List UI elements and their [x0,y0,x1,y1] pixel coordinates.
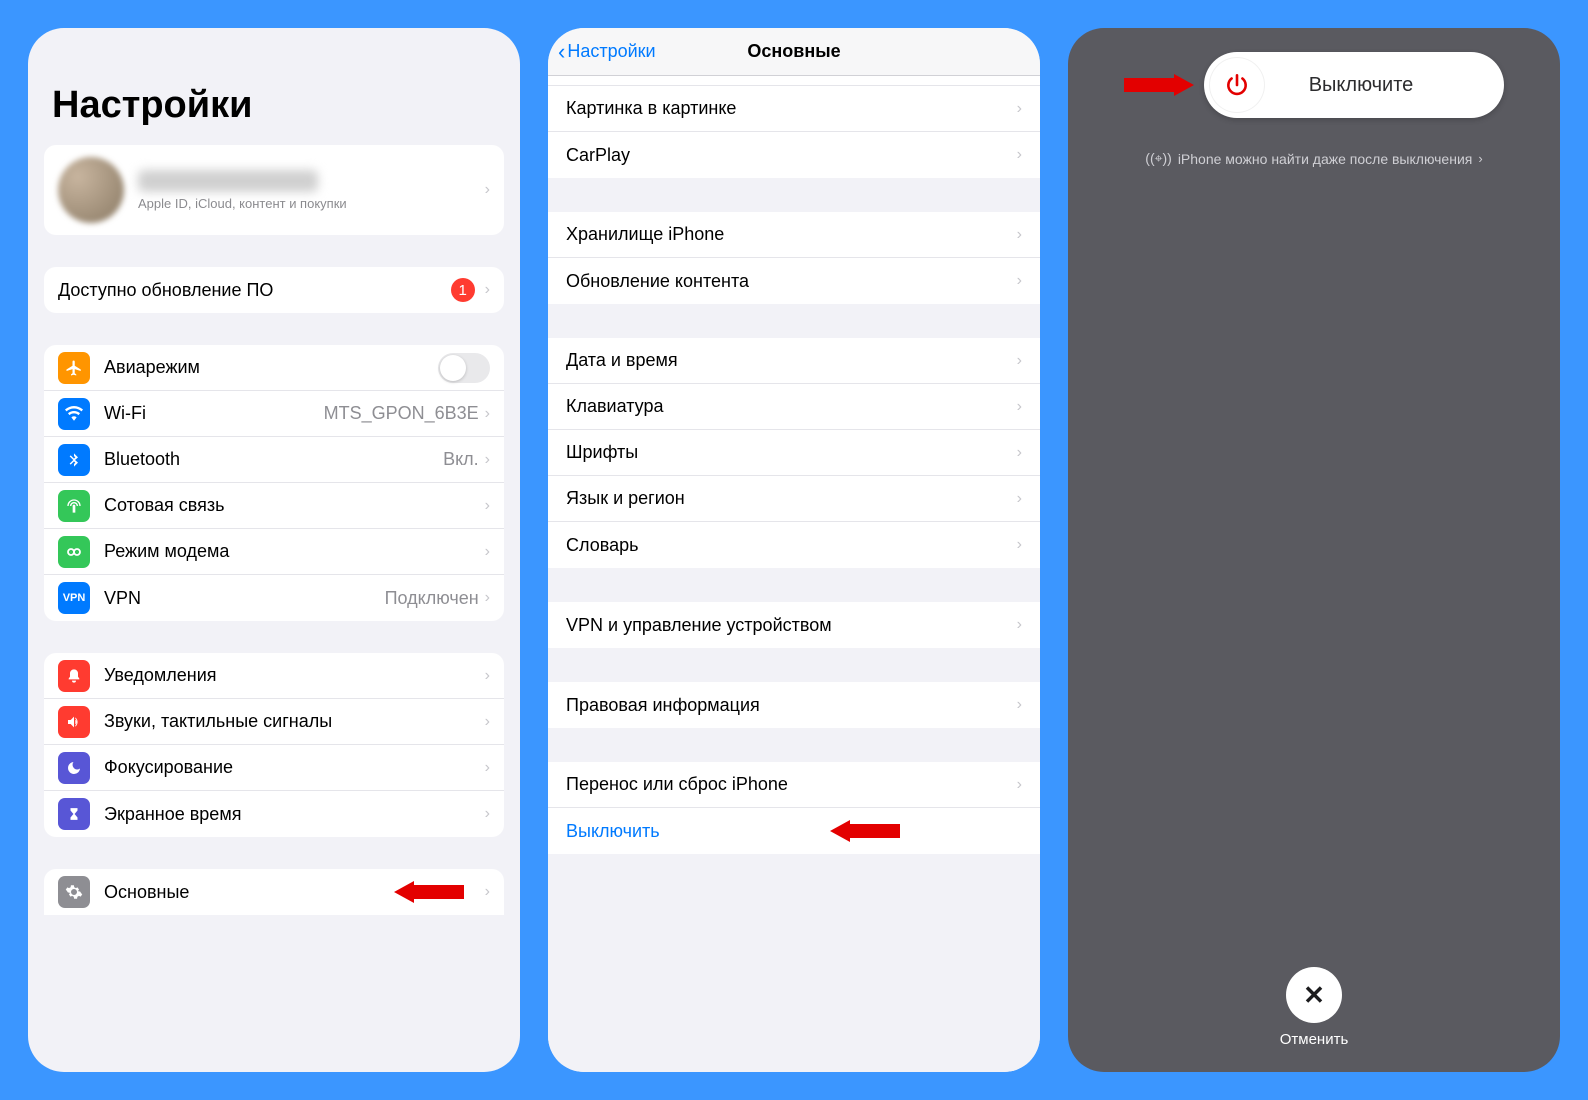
chevron-right-icon: › [1017,398,1022,416]
chevron-right-icon: › [485,667,490,685]
hourglass-icon [58,798,90,830]
apple-id-row[interactable]: Apple ID, iCloud, контент и покупки › [44,145,504,235]
background-refresh-row[interactable]: Обновление контента › [548,258,1040,304]
chevron-right-icon: › [1017,696,1022,714]
chevron-right-icon: › [485,497,490,515]
software-update-row[interactable]: Доступно обновление ПО 1 › [44,267,504,313]
chevron-right-icon: › [485,759,490,777]
chevron-right-icon: › [1017,490,1022,508]
navbar: ‹ Настройки Основные [548,28,1040,76]
bluetooth-value: Вкл. [443,449,479,470]
location-icon: ((⌖)) [1145,150,1172,167]
update-badge: 1 [451,278,475,302]
moon-icon [58,752,90,784]
transfer-reset-row[interactable]: Перенос или сброс iPhone › [548,762,1040,808]
chevron-right-icon: › [485,883,490,901]
screentime-row[interactable]: Экранное время › [44,791,504,837]
cellular-icon [58,490,90,522]
wifi-row[interactable]: Wi-Fi MTS_GPON_6B3E › [44,391,504,437]
slider-label: Выключите [1264,74,1498,97]
highlight-arrow-icon [1124,74,1194,96]
iphone-storage-row[interactable]: Хранилище iPhone › [548,212,1040,258]
focus-row[interactable]: Фокусирование › [44,745,504,791]
chevron-right-icon: › [1017,444,1022,462]
avatar [58,157,124,223]
chevron-right-icon: › [485,181,490,199]
sounds-row[interactable]: Звуки, тактильные сигналы › [44,699,504,745]
power-off-screen: Выключите ((⌖)) iPhone можно найти даже … [1068,28,1560,1072]
chevron-right-icon: › [485,713,490,731]
chevron-right-icon: › [1017,226,1022,244]
software-update-section: Доступно обновление ПО 1 › [44,267,504,313]
vpn-value: Подключен [385,588,479,609]
gear-icon [58,876,90,908]
vpn-device-mgmt-row[interactable]: VPN и управление устройством › [548,602,1040,648]
bell-icon [58,660,90,692]
chevron-right-icon: › [1017,146,1022,164]
general-row[interactable]: Основные › [44,869,504,915]
chevron-right-icon: › [1017,616,1022,634]
chevron-right-icon: › [485,281,490,299]
cancel-button[interactable]: ✕ [1286,967,1342,1023]
hotspot-row[interactable]: Режим модема › [44,529,504,575]
page-title: Настройки [28,28,520,145]
chevron-right-icon: › [485,451,490,469]
airplay-handoff-row[interactable]: AirPlay и Handoff [548,76,1040,86]
shutdown-row[interactable]: Выключить [548,808,1040,854]
power-slider-knob[interactable] [1210,58,1264,112]
bluetooth-row[interactable]: Bluetooth Вкл. › [44,437,504,483]
carplay-row[interactable]: CarPlay › [548,132,1040,178]
close-icon: ✕ [1303,980,1325,1011]
vpn-icon: VPN [58,582,90,614]
date-time-row[interactable]: Дата и время › [548,338,1040,384]
chevron-right-icon: › [485,405,490,423]
alerts-section: Уведомления › Звуки, тактильные сигналы … [44,653,504,837]
language-region-row[interactable]: Язык и регион › [548,476,1040,522]
power-icon [1224,72,1250,98]
pip-row[interactable]: Картинка в картинке › [548,86,1040,132]
general-screen: ‹ Настройки Основные AirPlay и Handoff К… [548,28,1040,1072]
chevron-right-icon: › [1017,536,1022,554]
back-button[interactable]: ‹ Настройки [558,39,656,65]
chevron-right-icon: › [1017,776,1022,794]
wifi-value: MTS_GPON_6B3E [324,403,479,424]
chevron-right-icon: › [1017,352,1022,370]
connectivity-section: Авиарежим Wi-Fi MTS_GPON_6B3E › Bluetoot… [44,345,504,621]
chevron-right-icon: › [1017,100,1022,118]
cancel-label: Отменить [1280,1031,1349,1048]
settings-screen: Настройки Apple ID, iCloud, контент и по… [28,28,520,1072]
chevron-right-icon: › [485,805,490,823]
dictionary-row[interactable]: Словарь › [548,522,1040,568]
speaker-icon [58,706,90,738]
apple-id-section: Apple ID, iCloud, контент и покупки › [44,145,504,235]
general-section: Основные › [44,869,504,915]
airplane-toggle[interactable] [438,353,490,383]
chevron-right-icon: › [1478,151,1482,166]
find-my-notice[interactable]: ((⌖)) iPhone можно найти даже после выкл… [1145,150,1482,167]
notifications-row[interactable]: Уведомления › [44,653,504,699]
slide-to-power-off[interactable]: Выключите [1204,52,1504,118]
bluetooth-icon [58,444,90,476]
chevron-left-icon: ‹ [558,39,565,65]
airplane-mode-row[interactable]: Авиарежим [44,345,504,391]
hotspot-icon [58,536,90,568]
wifi-icon [58,398,90,430]
chevron-right-icon: › [1017,272,1022,290]
software-update-label: Доступно обновление ПО [58,280,451,301]
apple-id-name-blurred [138,170,318,192]
chevron-right-icon: › [485,589,490,607]
keyboard-row[interactable]: Клавиатура › [548,384,1040,430]
cellular-row[interactable]: Сотовая связь › [44,483,504,529]
chevron-right-icon: › [485,543,490,561]
vpn-row[interactable]: VPN VPN Подключен › [44,575,504,621]
apple-id-subtitle: Apple ID, iCloud, контент и покупки [138,196,485,211]
airplane-icon [58,352,90,384]
legal-row[interactable]: Правовая информация › [548,682,1040,728]
fonts-row[interactable]: Шрифты › [548,430,1040,476]
